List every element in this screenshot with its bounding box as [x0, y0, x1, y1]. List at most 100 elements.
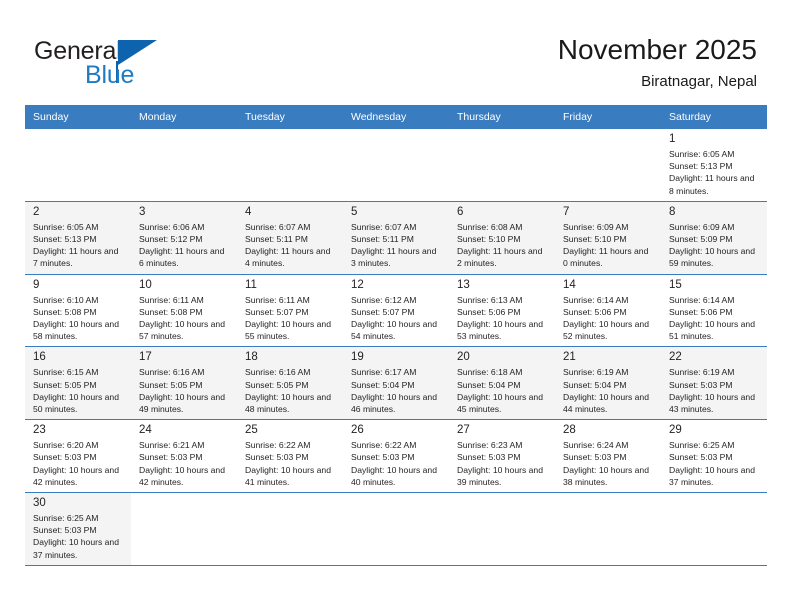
calendar-day-cell[interactable]: 19 Sunrise: 6:17 AM Sunset: 5:04 PM Dayli…: [343, 346, 449, 420]
calendar-week-row: 2 Sunrise: 6:05 AM Sunset: 5:13 PM Daylig…: [25, 200, 767, 275]
day-number: 13: [457, 278, 470, 291]
calendar-day-cell[interactable]: 20 Sunrise: 6:18 AM Sunset: 5:04 PM Dayli…: [449, 346, 555, 420]
calendar-day-cell[interactable]: 26 Sunrise: 6:22 AM Sunset: 5:03 PM Dayli…: [343, 419, 449, 493]
calendar-day-cell[interactable]: 14 Sunrise: 6:14 AM Sunset: 5:06 PM Dayli…: [555, 273, 661, 347]
day-number: 30: [33, 497, 46, 510]
day-number: 11: [245, 278, 257, 291]
calendar-day-cell[interactable]: 5 Sunrise: 6:07 AM Sunset: 5:11 PM Daylig…: [343, 200, 449, 275]
day-number: 12: [351, 278, 364, 291]
calendar-empty-cell: [237, 128, 343, 202]
day-sun-info: Sunrise: 6:17 AM Sunset: 5:04 PM Dayligh…: [351, 367, 437, 415]
day-sun-info: Sunrise: 6:23 AM Sunset: 5:03 PM Dayligh…: [457, 440, 543, 487]
calendar-day-cell[interactable]: 7 Sunrise: 6:09 AM Sunset: 5:10 PM Daylig…: [555, 200, 661, 275]
calendar-day-cell[interactable]: 23 Sunrise: 6:20 AM Sunset: 5:03 PM Dayli…: [25, 419, 131, 493]
day-number: 4: [245, 205, 252, 218]
calendar-day-cell[interactable]: 9 Sunrise: 6:10 AM Sunset: 5:08 PM Daylig…: [25, 273, 131, 347]
calendar-week-row: 23 Sunrise: 6:20 AM Sunset: 5:03 PM Dayli…: [25, 419, 767, 493]
calendar-day-cell[interactable]: 15 Sunrise: 6:14 AM Sunset: 5:06 PM Dayli…: [661, 273, 767, 347]
calendar-day-cell[interactable]: 1 Sunrise: 6:05 AM Sunset: 5:13 PM Daylig…: [661, 128, 767, 202]
calendar-day-cell[interactable]: 22 Sunrise: 6:19 AM Sunset: 5:03 PM Dayli…: [661, 346, 767, 420]
day-number: 26: [351, 424, 364, 437]
day-number: 14: [563, 278, 576, 291]
day-sun-info: Sunrise: 6:15 AM Sunset: 5:05 PM Dayligh…: [33, 367, 119, 415]
day-sun-info: Sunrise: 6:06 AM Sunset: 5:12 PM Dayligh…: [139, 221, 225, 269]
day-sun-info: Sunrise: 6:14 AM Sunset: 5:06 PM Dayligh…: [563, 294, 649, 342]
calendar-week-row: 16 Sunrise: 6:15 AM Sunset: 5:05 PM Dayli…: [25, 346, 767, 420]
day-sun-info: Sunrise: 6:14 AM Sunset: 5:06 PM Dayligh…: [669, 294, 755, 342]
calendar-day-cell[interactable]: 30 Sunrise: 6:25 AM Sunset: 5:03 PM Dayli…: [25, 492, 131, 566]
weekday-header-monday: Monday: [131, 105, 237, 129]
day-number: 6: [457, 205, 464, 218]
calendar-day-cell[interactable]: 2 Sunrise: 6:05 AM Sunset: 5:13 PM Daylig…: [25, 200, 131, 275]
calendar-body: 1 Sunrise: 6:05 AM Sunset: 5:13 PM Daylig…: [25, 128, 767, 566]
calendar-day-cell[interactable]: 17 Sunrise: 6:16 AM Sunset: 5:05 PM Dayli…: [131, 346, 237, 420]
calendar-day-cell[interactable]: 24 Sunrise: 6:21 AM Sunset: 5:03 PM Dayli…: [131, 419, 237, 493]
calendar-empty-cell: [237, 492, 343, 566]
day-sun-info: Sunrise: 6:20 AM Sunset: 5:03 PM Dayligh…: [33, 440, 119, 487]
day-number: 24: [139, 424, 152, 437]
day-number: 7: [563, 205, 570, 218]
day-sun-info: Sunrise: 6:11 AM Sunset: 5:08 PM Dayligh…: [139, 294, 225, 342]
calendar-day-cell[interactable]: 29 Sunrise: 6:25 AM Sunset: 5:03 PM Dayli…: [661, 419, 767, 493]
day-sun-info: Sunrise: 6:19 AM Sunset: 5:04 PM Dayligh…: [563, 367, 649, 415]
day-sun-info: Sunrise: 6:16 AM Sunset: 5:05 PM Dayligh…: [245, 367, 331, 415]
logo-text-blue: Blue: [85, 61, 135, 89]
day-sun-info: Sunrise: 6:22 AM Sunset: 5:03 PM Dayligh…: [245, 440, 331, 487]
day-number: 27: [457, 424, 470, 437]
day-number: 1: [669, 133, 676, 145]
day-number: 3: [139, 205, 146, 218]
calendar-day-cell[interactable]: 12 Sunrise: 6:12 AM Sunset: 5:07 PM Dayli…: [343, 273, 449, 347]
day-sun-info: Sunrise: 6:08 AM Sunset: 5:10 PM Dayligh…: [457, 221, 543, 269]
calendar-day-cell[interactable]: 18 Sunrise: 6:16 AM Sunset: 5:05 PM Dayli…: [237, 346, 343, 420]
day-sun-info: Sunrise: 6:09 AM Sunset: 5:09 PM Dayligh…: [669, 221, 755, 269]
calendar-day-cell[interactable]: 6 Sunrise: 6:08 AM Sunset: 5:10 PM Daylig…: [449, 200, 555, 275]
day-number: 2: [33, 205, 40, 218]
calendar-empty-cell: [131, 492, 237, 566]
calendar-empty-cell: [449, 128, 555, 202]
day-number: 9: [33, 278, 40, 291]
calendar-day-cell[interactable]: 28 Sunrise: 6:24 AM Sunset: 5:03 PM Dayli…: [555, 419, 661, 493]
day-number: 21: [563, 351, 576, 364]
title-block: November 2025 Biratnagar, Nepal: [558, 33, 757, 93]
day-number: 23: [33, 424, 46, 437]
day-number: 16: [33, 351, 46, 364]
calendar-day-cell[interactable]: 3 Sunrise: 6:06 AM Sunset: 5:12 PM Daylig…: [131, 200, 237, 275]
calendar-empty-cell: [131, 128, 237, 202]
day-sun-info: Sunrise: 6:13 AM Sunset: 5:06 PM Dayligh…: [457, 294, 543, 342]
day-number: 17: [139, 351, 152, 364]
calendar-day-cell[interactable]: 16 Sunrise: 6:15 AM Sunset: 5:05 PM Dayli…: [25, 346, 131, 420]
day-number: 18: [245, 351, 258, 364]
calendar-day-cell[interactable]: 4 Sunrise: 6:07 AM Sunset: 5:11 PM Daylig…: [237, 200, 343, 275]
general-blue-logo[interactable]: General Blue: [34, 37, 184, 89]
day-number: 29: [669, 424, 682, 437]
calendar-day-cell[interactable]: 8 Sunrise: 6:09 AM Sunset: 5:09 PM Daylig…: [661, 200, 767, 275]
calendar-table: Sunday Monday Tuesday Wednesday Thursday Frid…: [25, 105, 767, 566]
day-sun-info: Sunrise: 6:18 AM Sunset: 5:04 PM Dayligh…: [457, 367, 543, 415]
calendar-week-row: 9 Sunrise: 6:10 AM Sunset: 5:08 PM Daylig…: [25, 273, 767, 347]
page-subtitle: Biratnagar, Nepal: [641, 73, 757, 90]
day-number: 5: [351, 205, 358, 218]
day-sun-info: Sunrise: 6:11 AM Sunset: 5:07 PM Dayligh…: [245, 294, 331, 342]
calendar-day-cell[interactable]: 11 Sunrise: 6:11 AM Sunset: 5:07 PM Dayli…: [237, 273, 343, 347]
day-number: 15: [669, 278, 682, 291]
calendar-day-cell[interactable]: 13 Sunrise: 6:13 AM Sunset: 5:06 PM Dayli…: [449, 273, 555, 347]
calendar-day-cell[interactable]: 25 Sunrise: 6:22 AM Sunset: 5:03 PM Dayli…: [237, 419, 343, 493]
day-sun-info: Sunrise: 6:07 AM Sunset: 5:11 PM Dayligh…: [351, 221, 437, 269]
day-number: 22: [669, 351, 682, 364]
calendar-empty-cell: [555, 128, 661, 202]
calendar-day-cell[interactable]: 21 Sunrise: 6:19 AM Sunset: 5:04 PM Dayli…: [555, 346, 661, 420]
day-number: 10: [139, 278, 152, 291]
calendar-empty-cell: [343, 128, 449, 202]
weekday-header-thursday: Thursday: [449, 105, 555, 129]
day-sun-info: Sunrise: 6:25 AM Sunset: 5:03 PM Dayligh…: [33, 513, 119, 560]
day-sun-info: Sunrise: 6:24 AM Sunset: 5:03 PM Dayligh…: [563, 440, 649, 487]
day-sun-info: Sunrise: 6:22 AM Sunset: 5:03 PM Dayligh…: [351, 440, 437, 487]
calendar-day-cell[interactable]: 27 Sunrise: 6:23 AM Sunset: 5:03 PM Dayli…: [449, 419, 555, 493]
weekday-header-wednesday: Wednesday: [343, 105, 449, 129]
day-number: 19: [351, 351, 364, 364]
calendar-empty-cell: [449, 492, 555, 566]
calendar-day-cell[interactable]: 10 Sunrise: 6:11 AM Sunset: 5:08 PM Dayli…: [131, 273, 237, 347]
calendar-empty-cell: [661, 492, 767, 566]
day-number: 25: [245, 424, 258, 437]
calendar-empty-cell: [25, 128, 131, 202]
